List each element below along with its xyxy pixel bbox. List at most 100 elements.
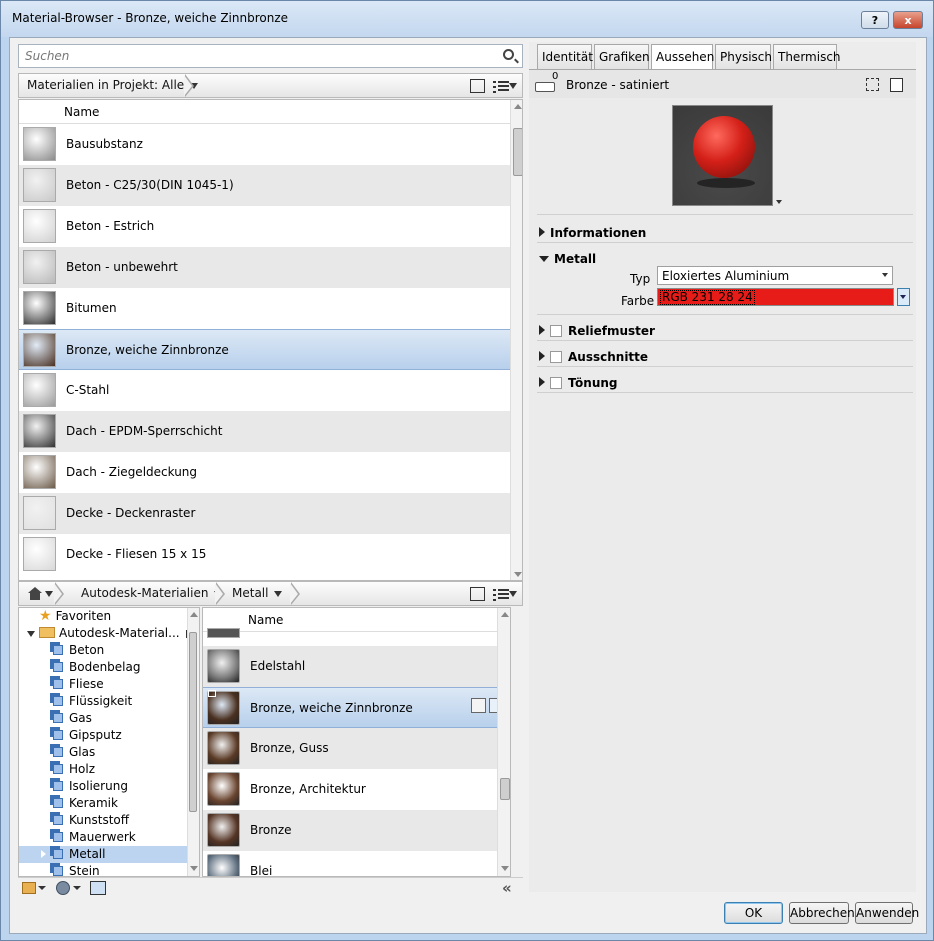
project-filter-dropdown[interactable]: Materialien in Projekt: Alle xyxy=(19,74,199,97)
material-thumbnail xyxy=(23,496,56,530)
material-label: Bitumen xyxy=(66,301,117,315)
section-informationen[interactable]: Informationen xyxy=(539,226,646,240)
open-library-icon[interactable] xyxy=(22,882,36,894)
tree-item[interactable]: Glas xyxy=(19,744,187,761)
close-button[interactable]: x xyxy=(893,11,923,29)
tab-aussehen[interactable]: Aussehen xyxy=(651,44,714,71)
column-header-name[interactable]: Name xyxy=(203,608,510,632)
table-row[interactable]: Beton - unbewehrt xyxy=(19,247,512,288)
expand-arrow-icon[interactable] xyxy=(41,850,46,858)
material-label: Beton - Estrich xyxy=(66,219,155,233)
library-folder-icon xyxy=(53,764,63,774)
table-row[interactable]: Bausubstanz xyxy=(19,124,512,165)
type-select[interactable]: Eloxiertes Aluminium xyxy=(657,266,893,285)
table-row[interactable]: Bitumen xyxy=(19,288,512,329)
table-row[interactable]: Dach - EPDM-Sperrschicht xyxy=(19,411,512,452)
tree-item[interactable]: Keramik xyxy=(19,795,187,812)
library-list-scrollbar[interactable] xyxy=(497,608,510,876)
reliefmuster-checkbox[interactable] xyxy=(550,325,562,337)
tree-item[interactable]: Kunststoff xyxy=(19,812,187,829)
cancel-button[interactable]: Abbrechen xyxy=(789,902,855,924)
table-row[interactable]: Beton - C25/30(DIN 1045-1) xyxy=(19,165,512,206)
tree-item[interactable]: Gas xyxy=(19,710,187,727)
table-row[interactable]: Dach - Ziegeldeckung xyxy=(19,452,512,493)
breadcrumb-metal[interactable]: Metall xyxy=(224,582,283,605)
table-row[interactable]: Decke - Deckenraster xyxy=(19,493,512,534)
view-toggle-icon[interactable] xyxy=(470,587,485,601)
tree-item[interactable]: Bodenbelag xyxy=(19,659,187,676)
toenung-checkbox[interactable] xyxy=(550,377,562,389)
home-icon[interactable] xyxy=(27,587,43,600)
tree-item[interactable]: Metall xyxy=(19,846,187,863)
breadcrumb-autodesk-materials[interactable]: Autodesk-Materialien xyxy=(73,582,223,605)
table-row[interactable]: Bronze, weiche Zinnbronze xyxy=(19,329,512,370)
chevron-down-icon[interactable] xyxy=(73,886,81,890)
chevron-down-icon[interactable] xyxy=(509,591,517,597)
scroll-down-arrow-icon[interactable] xyxy=(514,572,522,577)
tree-item[interactable]: Gipsputz xyxy=(19,727,187,744)
duplicate-asset-icon[interactable] xyxy=(890,78,903,92)
tree-item[interactable]: Beton xyxy=(19,642,187,659)
tab-grafiken[interactable]: Grafiken xyxy=(594,44,650,70)
list-item[interactable]: Bronze, Guss xyxy=(203,728,497,769)
scroll-thumb[interactable] xyxy=(500,778,510,800)
chevron-down-icon[interactable] xyxy=(38,886,46,890)
list-item[interactable]: Bronze xyxy=(203,810,497,851)
ok-button[interactable]: OK xyxy=(724,902,783,924)
material-preview[interactable] xyxy=(672,105,773,206)
list-item[interactable]: Bronze, Architektur xyxy=(203,769,497,810)
editor-toggle-icon[interactable] xyxy=(90,881,106,895)
table-row[interactable]: Beton - Estrich xyxy=(19,206,512,247)
scroll-up-arrow-icon[interactable] xyxy=(190,612,198,617)
scroll-thumb[interactable] xyxy=(513,128,522,176)
tree-scrollbar[interactable] xyxy=(187,608,199,876)
scroll-down-arrow-icon[interactable] xyxy=(501,866,509,871)
scroll-thumb[interactable] xyxy=(189,632,197,812)
scroll-up-arrow-icon[interactable] xyxy=(514,104,522,109)
scroll-up-arrow-icon[interactable] xyxy=(501,612,509,617)
list-item[interactable]: Edelstahl xyxy=(203,646,497,687)
help-button[interactable]: ? xyxy=(861,11,889,29)
view-toggle-icon[interactable] xyxy=(470,79,485,93)
color-field[interactable]: RGB 231 28 24 xyxy=(657,288,894,306)
table-row[interactable]: C-Stahl xyxy=(19,370,512,411)
tree-item[interactable]: Stein xyxy=(19,863,187,876)
list-view-icon[interactable] xyxy=(493,587,509,601)
project-list-scrollbar[interactable] xyxy=(510,100,522,580)
tree-item-favorites[interactable]: ★ Favoriten xyxy=(39,608,111,625)
tab-physisch[interactable]: Physisch xyxy=(715,44,772,70)
chevron-down-icon[interactable] xyxy=(45,591,53,597)
tab-identitaet[interactable]: Identität xyxy=(537,44,593,70)
tree-item-autodesk-root[interactable]: Autodesk-Material... xyxy=(27,625,195,642)
divider xyxy=(537,340,913,341)
preview-options-icon[interactable] xyxy=(776,200,782,204)
section-reliefmuster[interactable]: Reliefmuster xyxy=(539,324,655,338)
list-item[interactable]: Blei xyxy=(203,851,497,876)
scroll-down-arrow-icon[interactable] xyxy=(190,866,198,871)
create-material-icon[interactable] xyxy=(56,881,70,895)
collapse-left-icon[interactable]: « xyxy=(502,879,512,897)
tree-item[interactable]: Isolierung xyxy=(19,778,187,795)
title-bar[interactable]: Material-Browser - Bronze, weiche Zinnbr… xyxy=(1,1,933,37)
collapse-arrow-icon[interactable] xyxy=(27,630,35,637)
color-dropdown-button[interactable] xyxy=(897,288,910,306)
ausschnitte-checkbox[interactable] xyxy=(550,351,562,363)
section-toenung[interactable]: Tönung xyxy=(539,376,618,390)
table-row[interactable]: Decke - Fliesen 15 x 15 xyxy=(19,534,512,575)
search-icon[interactable] xyxy=(503,49,514,60)
replace-asset-icon[interactable] xyxy=(866,78,879,91)
section-ausschnitte[interactable]: Ausschnitte xyxy=(539,350,648,364)
chevron-down-icon[interactable] xyxy=(509,83,517,89)
column-header-name[interactable]: Name xyxy=(19,100,522,124)
tree-item[interactable]: Fliese xyxy=(19,676,187,693)
search-input[interactable]: Suchen xyxy=(18,44,523,68)
tree-item[interactable]: Flüssigkeit xyxy=(19,693,187,710)
add-to-document-icon[interactable] xyxy=(471,698,486,713)
section-metall[interactable]: Metall xyxy=(539,252,596,266)
apply-button[interactable]: Anwenden xyxy=(855,902,919,924)
list-view-icon[interactable] xyxy=(493,79,509,93)
tab-thermisch[interactable]: Thermisch xyxy=(773,44,841,70)
tree-item[interactable]: Holz xyxy=(19,761,187,778)
list-item[interactable]: Bronze, weiche Zinnbronze xyxy=(203,687,504,728)
tree-item[interactable]: Mauerwerk xyxy=(19,829,187,846)
